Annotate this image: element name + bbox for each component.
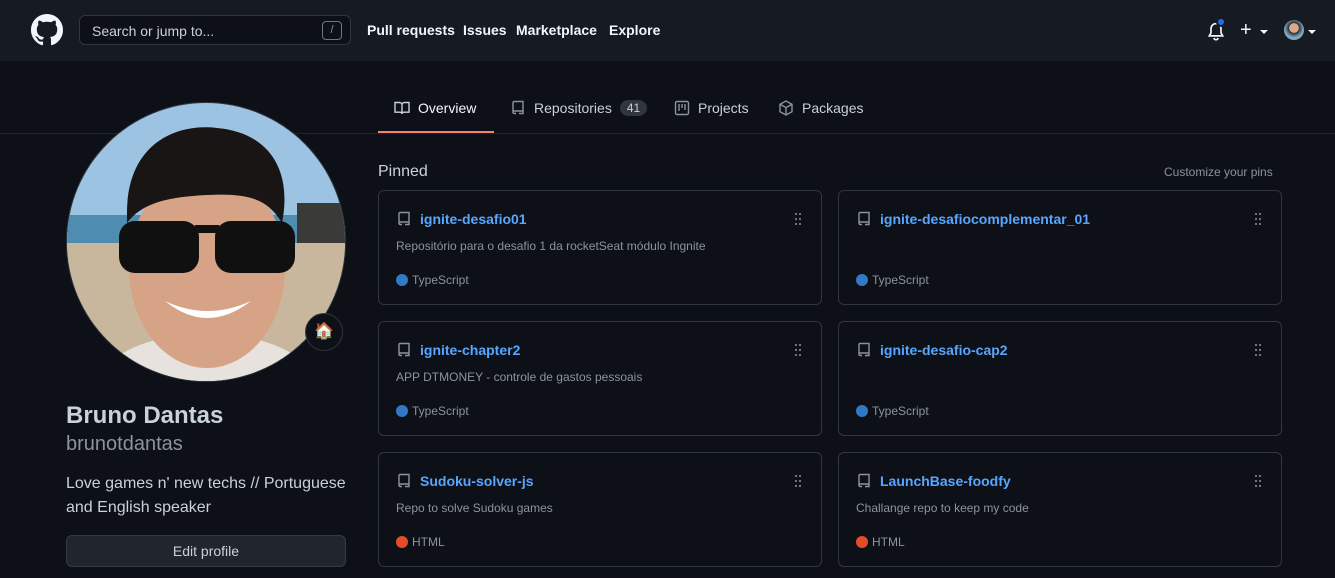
- repo-description: APP DTMONEY - controle de gastos pessoai…: [396, 370, 643, 384]
- language-label: TypeScript: [872, 404, 929, 418]
- tab-packages-label: Packages: [802, 100, 864, 116]
- profile-avatar[interactable]: [66, 102, 346, 382]
- drag-handle-icon[interactable]: [1255, 344, 1261, 356]
- edit-profile-button[interactable]: Edit profile: [66, 535, 346, 567]
- repositories-count-badge: 41: [619, 100, 648, 116]
- drag-handle-icon[interactable]: [795, 475, 801, 487]
- drag-handle-icon[interactable]: [1255, 475, 1261, 487]
- pinned-repo-card: ignite-chapter2 APP DTMONEY - controle de…: [378, 321, 822, 436]
- repo-icon: [398, 342, 410, 357]
- profile-photo: [67, 103, 345, 381]
- pinned-repo-card: ignite-desafiocomplementar_01 TypeScript: [838, 190, 1282, 305]
- search-placeholder: Search or jump to...: [92, 23, 215, 39]
- drag-handle-icon[interactable]: [795, 344, 801, 356]
- tab-overview[interactable]: Overview: [394, 100, 476, 116]
- pinned-repo-card: ignite-desafio-cap2 TypeScript: [838, 321, 1282, 436]
- repo-name-link[interactable]: LaunchBase-foodfy: [880, 473, 1011, 489]
- tab-packages[interactable]: Packages: [778, 100, 863, 116]
- repo-language: HTML: [856, 535, 905, 549]
- tab-repositories[interactable]: Repositories 41: [510, 100, 648, 116]
- tab-repositories-label: Repositories: [534, 100, 612, 116]
- language-color-dot: [856, 536, 868, 548]
- language-label: TypeScript: [412, 404, 469, 418]
- repo-language: TypeScript: [856, 404, 929, 418]
- repo-description: Repo to solve Sudoku games: [396, 501, 553, 515]
- chevron-down-icon: [1260, 30, 1268, 34]
- profile-name: Bruno Dantas: [66, 402, 224, 429]
- github-logo-icon[interactable]: [31, 14, 63, 46]
- repo-language: TypeScript: [396, 404, 469, 418]
- repo-icon: [398, 211, 410, 226]
- nav-issues[interactable]: Issues: [463, 22, 507, 38]
- profile-bio: Love games n' new techs // Portuguese an…: [66, 475, 346, 516]
- tab-overview-label: Overview: [418, 100, 477, 116]
- repo-language: TypeScript: [856, 273, 929, 287]
- repo-language: HTML: [396, 535, 445, 549]
- language-color-dot: [396, 405, 408, 417]
- repo-language: TypeScript: [396, 273, 469, 287]
- repo-name-link[interactable]: ignite-desafio-cap2: [880, 342, 1008, 358]
- language-color-dot: [396, 536, 408, 548]
- customize-pins-link[interactable]: Customize your pins: [1164, 165, 1273, 179]
- book-icon: [394, 101, 410, 115]
- drag-handle-icon[interactable]: [1255, 213, 1261, 225]
- language-color-dot: [856, 405, 868, 417]
- repo-name-link[interactable]: ignite-desafio01: [420, 211, 527, 227]
- language-color-dot: [856, 274, 868, 286]
- language-label: TypeScript: [872, 273, 929, 287]
- chevron-down-icon: [1308, 30, 1316, 34]
- nav-explore[interactable]: Explore: [609, 22, 660, 38]
- set-status-button[interactable]: 🏠: [305, 313, 343, 351]
- repo-description: Challange repo to keep my code: [856, 501, 1029, 515]
- repo-name-link[interactable]: ignite-desafiocomplementar_01: [880, 211, 1090, 227]
- top-header: Search or jump to... / Pull requests Iss…: [0, 0, 1335, 61]
- pinned-repo-card: Sudoku-solver-js Repo to solve Sudoku gam…: [378, 452, 822, 567]
- repo-icon: [398, 473, 410, 488]
- nav-marketplace[interactable]: Marketplace: [516, 22, 597, 38]
- repo-icon: [858, 342, 870, 357]
- project-icon: [674, 100, 690, 116]
- language-color-dot: [396, 274, 408, 286]
- repo-name-link[interactable]: ignite-chapter2: [420, 342, 520, 358]
- profile-login: brunotdantas: [66, 433, 183, 455]
- language-label: HTML: [872, 535, 905, 549]
- tab-projects[interactable]: Projects: [674, 100, 749, 116]
- repo-name-link[interactable]: Sudoku-solver-js: [420, 473, 534, 489]
- pinned-repo-card: LaunchBase-foodfy Challange repo to keep …: [838, 452, 1282, 567]
- repo-icon: [858, 211, 870, 226]
- language-label: HTML: [412, 535, 445, 549]
- create-new-button[interactable]: +: [1240, 18, 1252, 42]
- package-icon: [779, 100, 793, 116]
- search-shortcut-key: /: [322, 21, 342, 40]
- repo-icon: [512, 100, 524, 115]
- tab-projects-label: Projects: [698, 100, 749, 116]
- pinned-heading: Pinned: [378, 163, 428, 180]
- notification-indicator: [1216, 17, 1226, 27]
- active-tab-indicator: [378, 131, 494, 133]
- user-avatar-menu[interactable]: [1284, 20, 1304, 40]
- repo-icon: [858, 473, 870, 488]
- search-input[interactable]: Search or jump to... /: [79, 15, 351, 45]
- language-label: TypeScript: [412, 273, 469, 287]
- drag-handle-icon[interactable]: [795, 213, 801, 225]
- repo-description: Repositório para o desafio 1 da rocketSe…: [396, 239, 706, 253]
- pinned-repo-card: ignite-desafio01 Repositório para o desaf…: [378, 190, 822, 305]
- nav-pull-requests[interactable]: Pull requests: [367, 22, 455, 38]
